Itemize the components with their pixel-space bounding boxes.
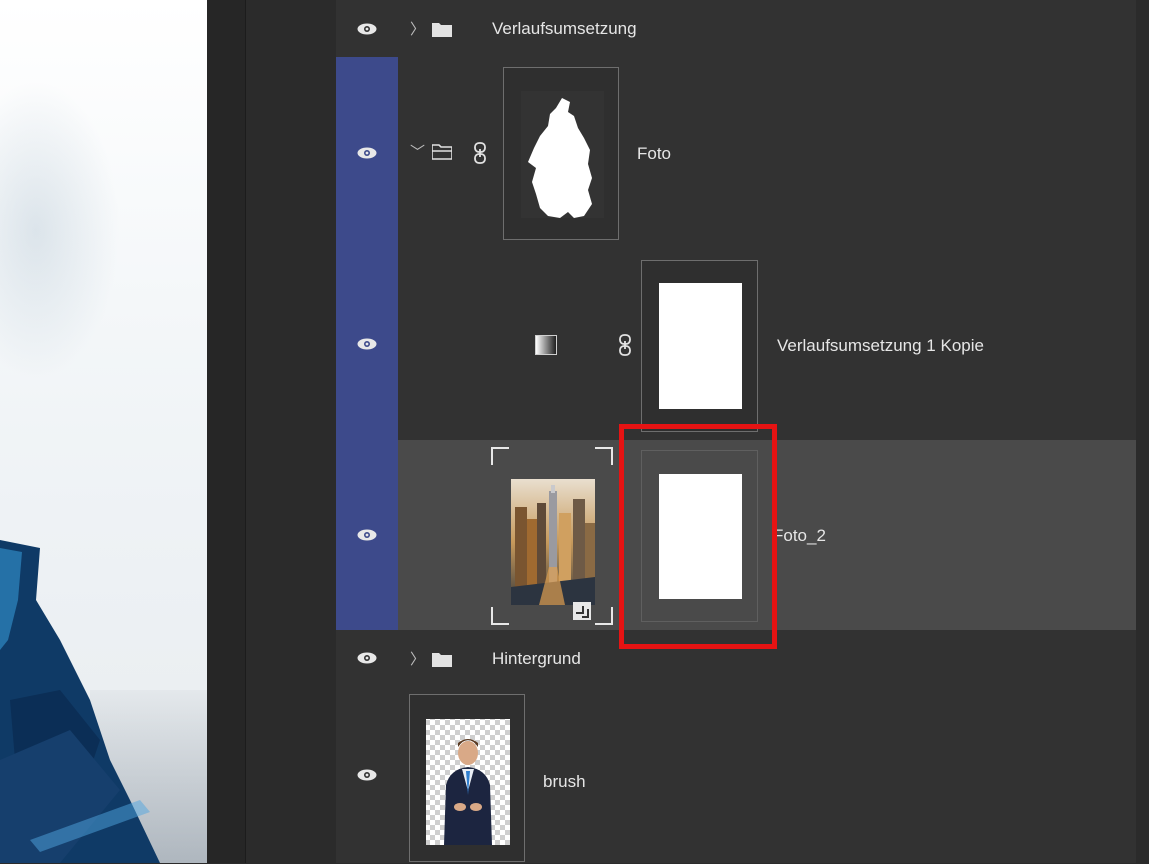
photo-thumbnail bbox=[491, 447, 613, 625]
chevron-right-icon[interactable]: 〉 bbox=[410, 648, 425, 669]
layer-name: brush bbox=[543, 772, 586, 791]
person-thumbnail bbox=[426, 719, 510, 845]
layer-row-hintergrund[interactable]: 〉 Hintergrund bbox=[336, 630, 1136, 687]
layer-row-brush[interactable]: brush bbox=[336, 686, 1136, 863]
layer-name: Verlaufsumsetzung 1 Kopie bbox=[777, 336, 984, 355]
canvas-preview bbox=[0, 0, 207, 863]
layer-name: Foto bbox=[637, 144, 672, 163]
chevron-right-icon[interactable]: 〉 bbox=[410, 18, 425, 39]
layer-name: Hintergrund bbox=[492, 649, 581, 668]
canvas-person-silhouette bbox=[0, 540, 160, 863]
visibility-toggle[interactable] bbox=[336, 686, 398, 863]
layer-row-gradient-map[interactable]: Verlaufsumsetzung 1 Kopie bbox=[336, 248, 1136, 441]
layer-row-foto-2[interactable]: Foto_2 bbox=[336, 440, 1136, 631]
visibility-toggle[interactable] bbox=[336, 630, 398, 686]
eye-icon bbox=[357, 23, 377, 34]
tool-gutter bbox=[207, 0, 246, 863]
layer-name: Verlaufsumsetzung bbox=[492, 19, 637, 38]
eye-icon bbox=[357, 652, 377, 664]
layer-row-foto[interactable]: ﹀ Foto bbox=[336, 57, 1136, 249]
panel-right-edge bbox=[1136, 0, 1149, 863]
mask-fill bbox=[659, 283, 742, 409]
gradient-map-icon[interactable] bbox=[535, 335, 557, 355]
chevron-down-icon[interactable]: ﹀ bbox=[410, 141, 425, 162]
layer-thumbnail[interactable] bbox=[409, 694, 525, 862]
link-icon[interactable] bbox=[618, 334, 632, 356]
visibility-toggle[interactable] bbox=[336, 440, 398, 630]
layers-list: 〉 Verlaufsumsetzung ﹀ Foto Verlaufsumset… bbox=[336, 0, 1136, 863]
group-mask-thumbnail[interactable] bbox=[503, 67, 619, 240]
eye-icon bbox=[357, 529, 377, 541]
folder-icon bbox=[432, 23, 452, 37]
eye-icon bbox=[357, 147, 377, 158]
layer-name: Foto_2 bbox=[773, 526, 826, 545]
folder-open-icon bbox=[432, 144, 452, 160]
layer-mask-thumbnail[interactable] bbox=[641, 260, 758, 432]
layer-row-verlaufsumsetzung[interactable]: 〉 Verlaufsumsetzung bbox=[336, 0, 1136, 58]
eye-icon bbox=[357, 769, 377, 780]
panel-gutter bbox=[246, 0, 337, 863]
visibility-toggle[interactable] bbox=[336, 57, 398, 248]
layer-mask-thumbnail[interactable] bbox=[641, 450, 758, 622]
visibility-toggle[interactable] bbox=[336, 0, 398, 57]
visibility-toggle[interactable] bbox=[336, 248, 398, 440]
link-icon[interactable] bbox=[473, 142, 487, 164]
layer-thumbnail[interactable] bbox=[490, 446, 614, 626]
folder-icon bbox=[432, 653, 452, 667]
mask-fill bbox=[659, 474, 742, 599]
eye-icon bbox=[357, 338, 377, 350]
mask-silhouette bbox=[521, 91, 604, 218]
